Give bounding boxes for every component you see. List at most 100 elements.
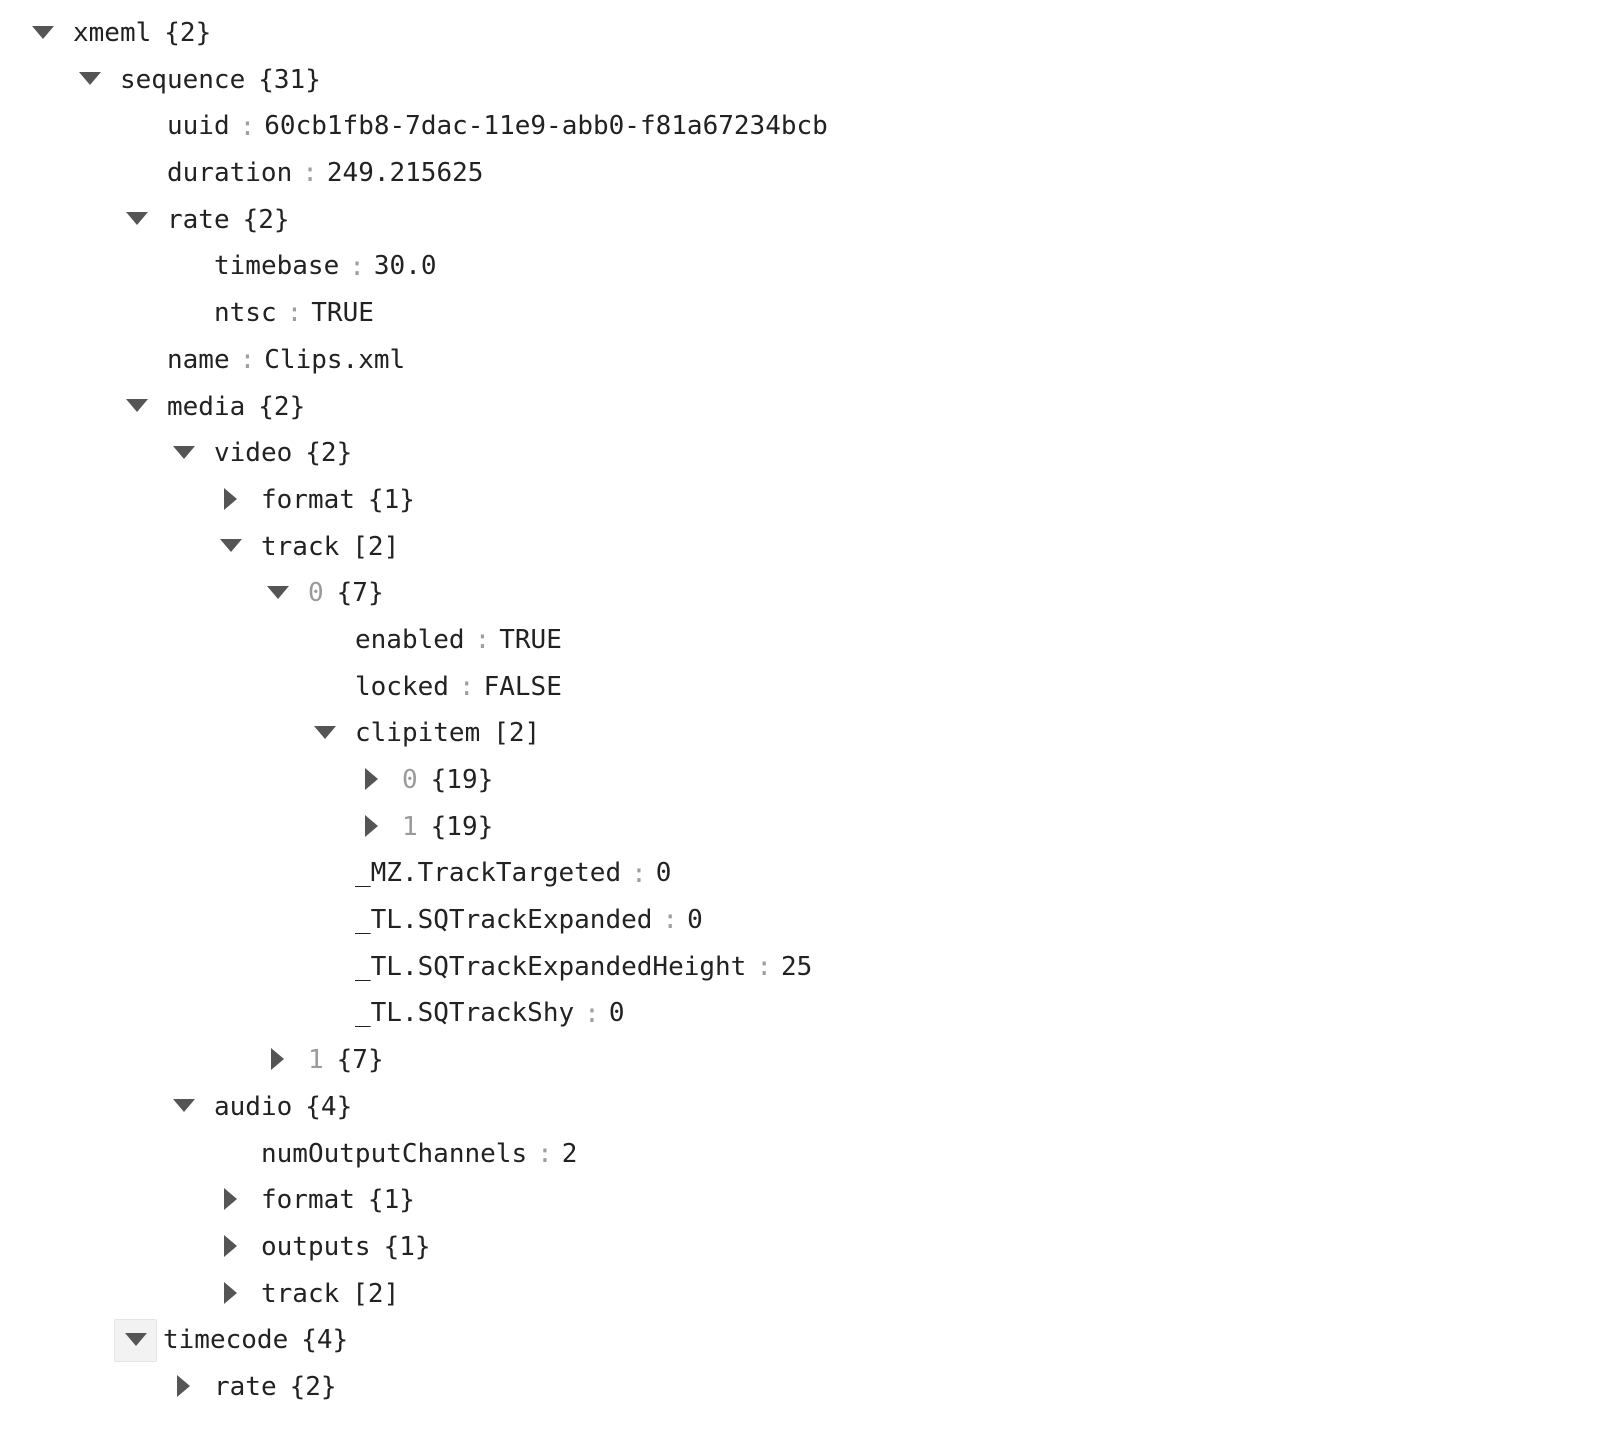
toggle-spacer [120, 343, 153, 377]
node-value: FALSE [483, 671, 562, 702]
tree-row[interactable]: 1 {7} [0, 1037, 1612, 1084]
child-count-badge: {1} [367, 1185, 415, 1216]
tree-row[interactable]: 0 {7} [0, 570, 1612, 617]
expand-toggle-open[interactable] [120, 203, 153, 237]
tree-row[interactable]: xmeml {2} [0, 10, 1612, 57]
expand-toggle-closed[interactable] [167, 1370, 200, 1404]
tree-row[interactable]: 0 {19} [0, 757, 1612, 804]
node-value: 25 [781, 951, 813, 982]
expand-toggle-closed[interactable] [261, 1044, 294, 1078]
key-value-separator: : [584, 998, 600, 1029]
expand-toggle-closed[interactable] [355, 764, 388, 798]
key-value-separator: : [631, 858, 647, 889]
array-index-label: 1 [402, 811, 418, 842]
triangle-down-icon [313, 725, 336, 739]
tree-row[interactable]: _TL.SQTrackExpandedHeight:25 [0, 944, 1612, 991]
expand-toggle-open[interactable] [167, 1090, 200, 1124]
expand-toggle-open[interactable] [167, 437, 200, 471]
expand-toggle-open[interactable] [26, 17, 59, 51]
key-value-separator: : [458, 671, 475, 702]
node-value: 0 [687, 905, 703, 936]
triangle-down-icon [78, 72, 101, 86]
tree-row[interactable]: timecode {4} [0, 1317, 1612, 1364]
tree-row[interactable]: format {1} [0, 477, 1612, 524]
tree-row[interactable]: clipitem [2] [0, 710, 1612, 757]
tree-row[interactable]: outputs {1} [0, 1224, 1612, 1271]
array-index-label: 1 [308, 1045, 324, 1076]
expand-toggle-open[interactable] [120, 390, 153, 424]
tree-row[interactable]: rate {2} [0, 197, 1612, 244]
key-value-separator: : [239, 111, 256, 142]
tree-row[interactable]: locked: FALSE [0, 664, 1612, 711]
node-value: 2 [561, 1138, 578, 1169]
child-count-badge: [2] [352, 1278, 400, 1309]
key-value-separator: : [239, 344, 256, 375]
expand-toggle-closed[interactable] [214, 1230, 247, 1264]
expand-toggle-closed[interactable] [355, 810, 388, 844]
node-value: 60cb1fb8-7dac-11e9-abb0-f81a67234bcb [264, 111, 828, 142]
tree-row[interactable]: timebase:30.0 [0, 243, 1612, 290]
key-value-separator: : [302, 158, 318, 189]
node-key-label: _TL.SQTrackShy [355, 998, 575, 1029]
node-key-label: _TL.SQTrackExpandedHeight [355, 951, 747, 982]
tree-row[interactable]: _MZ.TrackTargeted:0 [0, 850, 1612, 897]
child-count-badge: {2} [242, 204, 290, 235]
expand-toggle-open[interactable] [261, 577, 294, 611]
tree-row[interactable]: _TL.SQTrackShy:0 [0, 990, 1612, 1037]
tree-row[interactable]: ntsc: TRUE [0, 290, 1612, 337]
tree-row[interactable]: track [2] [0, 1271, 1612, 1318]
toggle-spacer [308, 670, 341, 704]
tree-row[interactable]: duration:249.215625 [0, 150, 1612, 197]
expand-toggle-open[interactable] [73, 63, 106, 97]
tree-row[interactable]: uuid:60cb1fb8-7dac-11e9-abb0-f81a67234bc… [0, 103, 1612, 150]
tree-row[interactable]: audio {4} [0, 1084, 1612, 1131]
triangle-right-icon [365, 768, 378, 790]
child-count-badge: [2] [493, 718, 541, 749]
expand-toggle-closed[interactable] [214, 1184, 247, 1218]
node-key-label: track [261, 531, 340, 562]
tree-row[interactable]: numOutputChannels:2 [0, 1131, 1612, 1178]
tree-row[interactable]: name: Clips.xml [0, 337, 1612, 384]
node-key-label: outputs [261, 1232, 371, 1263]
json-tree-viewer: xmeml {2} sequence {31} uuid:60cb1fb8-7dac-1… [0, 0, 1612, 1450]
child-count-badge: {2} [305, 438, 353, 469]
tree-row[interactable]: sequence {31} [0, 57, 1612, 104]
node-key-label: _MZ.TrackTargeted [355, 858, 622, 889]
tree-row[interactable]: enabled: TRUE [0, 617, 1612, 664]
node-key-label: timecode [163, 1325, 289, 1356]
child-count-badge: {2} [258, 391, 306, 422]
tree-row[interactable]: track [2] [0, 524, 1612, 571]
expand-toggle-open[interactable] [308, 717, 341, 751]
key-value-separator: : [349, 251, 365, 282]
child-count-badge: {2} [289, 1372, 337, 1403]
tree-row[interactable]: 1 {19} [0, 804, 1612, 851]
expand-toggle-open[interactable] [114, 1319, 157, 1363]
node-key-label: format [261, 1185, 355, 1216]
tree-row[interactable]: media {2} [0, 384, 1612, 431]
node-key-label: uuid [167, 111, 230, 142]
array-index-label: 0 [402, 765, 418, 796]
tree-row[interactable]: format {1} [0, 1177, 1612, 1224]
child-count-badge: {7} [336, 1045, 384, 1076]
toggle-spacer [308, 997, 341, 1031]
tree-row[interactable]: rate {2} [0, 1364, 1612, 1411]
triangle-right-icon [224, 487, 237, 510]
tree-row[interactable]: _TL.SQTrackExpanded:0 [0, 897, 1612, 944]
tree-row[interactable]: video {2} [0, 430, 1612, 477]
node-key-label: format [261, 485, 355, 516]
toggle-spacer [120, 157, 153, 191]
child-count-badge: [2] [352, 531, 400, 562]
node-value: 249.215625 [326, 158, 484, 189]
child-count-badge: {31} [258, 64, 321, 95]
triangle-right-icon [224, 1234, 237, 1257]
expand-toggle-closed[interactable] [214, 1277, 247, 1311]
child-count-badge: {1} [367, 485, 415, 516]
triangle-down-icon [31, 25, 54, 39]
child-count-badge: {19} [430, 765, 494, 796]
expand-toggle-closed[interactable] [214, 483, 247, 517]
node-key-label: media [167, 391, 246, 422]
expand-toggle-open[interactable] [214, 530, 247, 564]
child-count-badge: {4} [301, 1325, 349, 1356]
toggle-spacer [167, 297, 200, 331]
triangle-right-icon [177, 1374, 190, 1397]
